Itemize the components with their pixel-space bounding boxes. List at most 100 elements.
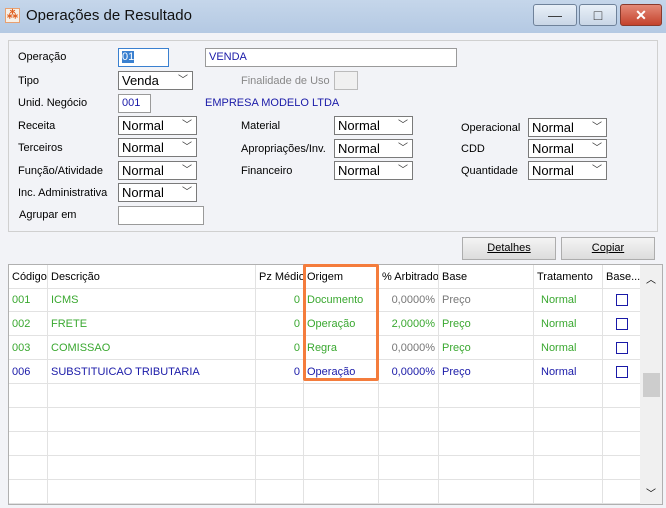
- base-checkbox[interactable]: [616, 318, 628, 331]
- operacao-desc-input[interactable]: VENDA: [205, 48, 457, 67]
- cell-descricao: [48, 456, 256, 480]
- cell-base2: [603, 456, 641, 480]
- cell-tratamento: [534, 384, 603, 408]
- cell-codigo: [9, 408, 48, 432]
- base-checkbox[interactable]: [616, 342, 628, 355]
- copiar-button[interactable]: Copiar: [561, 237, 655, 260]
- header-descricao: Descrição: [48, 265, 256, 289]
- funcao-label: Função/Atividade: [18, 165, 103, 177]
- cell-base: Preço: [439, 336, 534, 360]
- operacao-label: Operação: [18, 51, 67, 63]
- cell-pz: 0: [256, 336, 304, 360]
- cdd-label: CDD: [461, 143, 485, 155]
- terceiros-label: Terceiros: [18, 142, 63, 154]
- apropriacoes-value: Normal: [338, 141, 380, 156]
- detalhes-button[interactable]: Detalhes: [462, 237, 556, 260]
- vertical-scrollbar[interactable]: ︿ ﹀: [640, 265, 662, 504]
- cell-codigo: [9, 456, 48, 480]
- receita-label: Receita: [18, 120, 56, 132]
- material-select[interactable]: Normal ﹀: [334, 116, 413, 135]
- chevron-down-icon: ﹀: [182, 165, 192, 176]
- cell-base2: [603, 360, 641, 384]
- maximize-button[interactable]: □: [579, 4, 617, 26]
- agrupar-input[interactable]: [118, 206, 204, 225]
- cell-codigo: [9, 384, 48, 408]
- cell-base: [439, 456, 534, 480]
- chevron-down-icon: ﹀: [182, 142, 192, 153]
- cell-descricao: FRETE: [48, 312, 256, 336]
- table-row[interactable]: [9, 432, 641, 456]
- inc-value: Normal: [122, 185, 164, 200]
- quantidade-select[interactable]: Normal ﹀: [528, 161, 607, 180]
- cell-base: Preço: [439, 288, 534, 312]
- scroll-up-icon[interactable]: ︿: [640, 271, 662, 286]
- title-bar: ⁂ Operações de Resultado — □ ✕: [0, 0, 666, 33]
- cell-codigo: 003: [9, 336, 48, 360]
- chevron-down-icon: ﹀: [178, 75, 188, 86]
- unid-name: EMPRESA MODELO LTDA: [205, 97, 340, 109]
- chevron-down-icon: ﹀: [398, 143, 408, 154]
- cell-base: [439, 480, 534, 504]
- cell-origem: [304, 456, 379, 480]
- minimize-button[interactable]: —: [533, 4, 577, 26]
- header-base: Base: [439, 265, 534, 289]
- apropriacoes-select[interactable]: Normal ﹀: [334, 139, 413, 158]
- cell-origem: [304, 480, 379, 504]
- table-row[interactable]: [9, 456, 641, 480]
- terceiros-select[interactable]: Normal ﹀: [118, 138, 197, 157]
- chevron-down-icon: ﹀: [182, 187, 192, 198]
- base-checkbox[interactable]: [616, 294, 628, 307]
- cell-origem: [304, 384, 379, 408]
- tipo-value: Venda: [122, 73, 159, 88]
- table-row[interactable]: [9, 480, 641, 504]
- operacional-label: Operacional: [461, 122, 521, 134]
- scrollbar-thumb[interactable]: [643, 373, 660, 397]
- cell-descricao: [48, 480, 256, 504]
- cell-pz: 0: [256, 312, 304, 336]
- base-checkbox[interactable]: [616, 366, 628, 379]
- table-row[interactable]: [9, 408, 641, 432]
- cell-origem: [304, 408, 379, 432]
- material-value: Normal: [338, 118, 380, 133]
- funcao-select[interactable]: Normal ﹀: [118, 161, 197, 180]
- table-row[interactable]: [9, 384, 641, 408]
- receita-select[interactable]: Normal ﹀: [118, 116, 197, 135]
- cell-codigo: [9, 432, 48, 456]
- tipo-label: Tipo: [18, 75, 39, 87]
- header-base2: Base...: [603, 265, 641, 289]
- financeiro-value: Normal: [338, 163, 380, 178]
- cell-arbitrado: [379, 408, 439, 432]
- financeiro-select[interactable]: Normal ﹀: [334, 161, 413, 180]
- inc-select[interactable]: Normal ﹀: [118, 183, 197, 202]
- receita-value: Normal: [122, 118, 164, 133]
- cell-codigo: 001: [9, 288, 48, 312]
- cell-base: Preço: [439, 360, 534, 384]
- finalidade-input[interactable]: [334, 71, 358, 90]
- cell-codigo: 006: [9, 360, 48, 384]
- cell-descricao: COMISSAO: [48, 336, 256, 360]
- apropriacoes-label: Apropriações/Inv.: [241, 143, 326, 155]
- material-label: Material: [241, 120, 281, 132]
- terceiros-value: Normal: [122, 140, 164, 155]
- cell-codigo: 002: [9, 312, 48, 336]
- origem-highlight: [303, 264, 379, 381]
- tipo-select[interactable]: Venda ﹀: [118, 71, 193, 90]
- cell-codigo: [9, 480, 48, 504]
- cell-pz: [256, 480, 304, 504]
- operacional-select[interactable]: Normal ﹀: [528, 118, 607, 137]
- cell-tratamento: [534, 408, 603, 432]
- cell-arbitrado: 0,0000%: [379, 336, 439, 360]
- operacao-code-input[interactable]: 01: [118, 48, 169, 67]
- cell-origem: [304, 432, 379, 456]
- unid-code-input[interactable]: 001: [118, 94, 151, 113]
- window-title: Operações de Resultado: [26, 7, 192, 24]
- cell-base: [439, 408, 534, 432]
- chevron-down-icon: ﹀: [182, 120, 192, 131]
- close-button[interactable]: ✕: [620, 4, 662, 26]
- cell-base2: [603, 336, 641, 360]
- scroll-down-icon[interactable]: ﹀: [640, 485, 662, 500]
- agrupar-label: Agrupar em: [19, 209, 77, 221]
- cell-arbitrado: [379, 432, 439, 456]
- chevron-down-icon: ﹀: [398, 120, 408, 131]
- cdd-select[interactable]: Normal ﹀: [528, 139, 607, 158]
